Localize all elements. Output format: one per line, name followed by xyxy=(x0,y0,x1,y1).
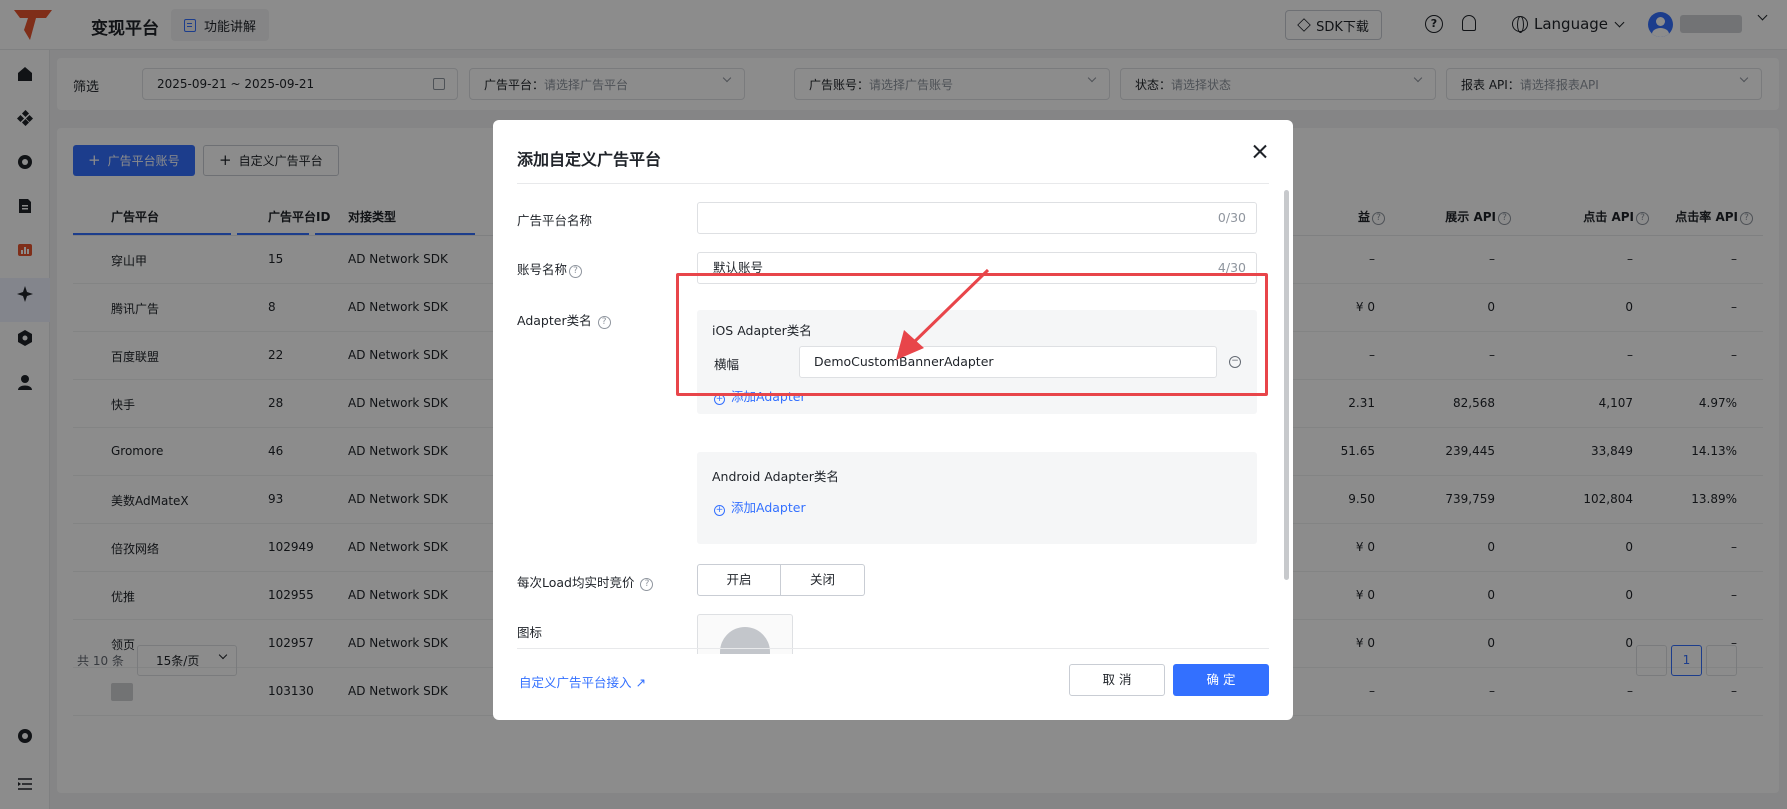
divider xyxy=(517,183,1269,184)
char-counter: 0/30 xyxy=(1217,210,1246,225)
modal-scrollbar[interactable] xyxy=(1284,190,1289,580)
custom-platform-doc-link[interactable]: 自定义广告平台接入 ↗ xyxy=(519,672,646,691)
toggle-off-option[interactable]: 关闭 xyxy=(781,564,865,596)
cancel-button[interactable]: 取 消 xyxy=(1069,664,1165,696)
help-icon[interactable]: ? xyxy=(597,316,611,329)
adapter-class-label: Adapter类名 ? xyxy=(517,310,611,329)
realtime-bidding-label-text: 每次Load均实时竞价 xyxy=(517,575,635,590)
external-link-icon: ↗ xyxy=(635,675,646,690)
annotation-arrow xyxy=(896,268,990,360)
icon-label: 图标 xyxy=(517,625,543,640)
divider xyxy=(517,648,1269,649)
cloud-upload-icon xyxy=(720,627,770,654)
close-icon[interactable] xyxy=(1250,142,1270,162)
realtime-bidding-toggle: 开启 关闭 xyxy=(697,564,865,596)
realtime-bidding-label: 每次Load均实时竞价 ? xyxy=(517,572,654,591)
add-circle-icon: + xyxy=(714,505,725,516)
add-adapter-label: 添加Adapter xyxy=(731,500,806,515)
help-icon[interactable]: ? xyxy=(640,578,654,591)
toggle-on-option[interactable]: 开启 xyxy=(697,564,781,596)
adapter-class-label-text: Adapter类名 xyxy=(517,313,592,328)
add-custom-platform-dialog: 添加自定义广告平台 广告平台名称 0/30 账号名称? 默认账号 4/30 Ad… xyxy=(493,120,1293,720)
platform-name-label: 广告平台名称 xyxy=(517,213,593,228)
add-android-adapter-link[interactable]: + 添加Adapter xyxy=(714,497,806,516)
help-icon[interactable]: ? xyxy=(569,265,583,278)
confirm-button[interactable]: 确 定 xyxy=(1173,664,1269,696)
android-adapter-title: Android Adapter类名 xyxy=(712,469,839,484)
doc-link-label: 自定义广告平台接入 xyxy=(519,675,632,690)
android-adapter-panel: Android Adapter类名 + 添加Adapter xyxy=(697,452,1257,544)
account-name-label: 账号名称? xyxy=(517,259,583,278)
account-name-label-text: 账号名称 xyxy=(517,262,568,277)
platform-name-input[interactable]: 0/30 xyxy=(697,202,1257,234)
dialog-title: 添加自定义广告平台 xyxy=(517,150,662,169)
